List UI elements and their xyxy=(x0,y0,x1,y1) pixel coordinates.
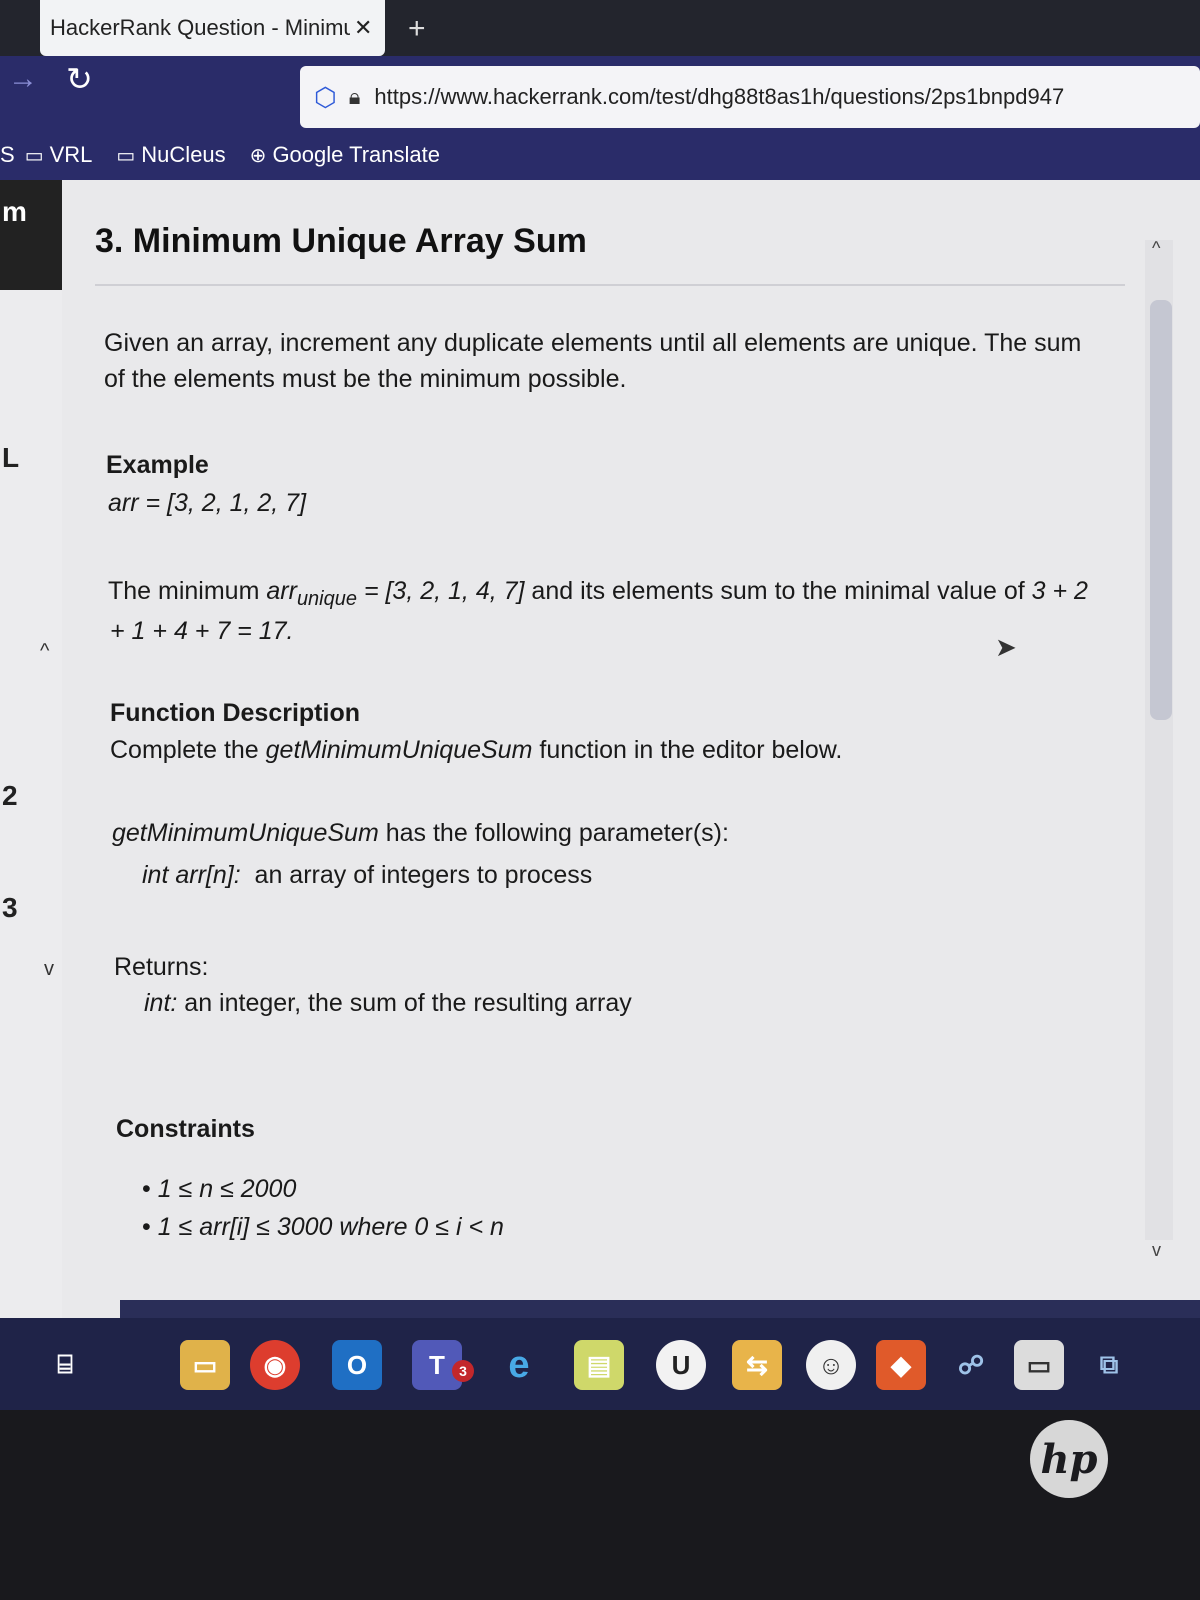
folder-transfer-icon[interactable]: ⇆ xyxy=(732,1340,782,1390)
example-array: arr = [3, 2, 1, 2, 7] xyxy=(108,489,307,517)
chrome-icon[interactable]: ◉ xyxy=(250,1340,300,1390)
bookmark-label: NuCleus xyxy=(141,142,226,167)
function-description-heading: Function Description xyxy=(110,699,360,727)
result-sum-part: 3 + 2 xyxy=(1031,577,1088,605)
globe-icon: ⊕ xyxy=(249,144,267,167)
remote-icon[interactable]: ⧉ xyxy=(1084,1340,1134,1390)
address-bar[interactable]: ⬡ 🔒︎ https://www.hackerrank.com/test/dhg… xyxy=(300,66,1200,128)
returns-line: int: an integer, the sum of the resultin… xyxy=(144,986,632,1021)
function-description: Complete the getMinimumUniqueSum functio… xyxy=(110,733,842,768)
scroll-down-icon[interactable]: v xyxy=(1152,1240,1161,1261)
func-text: Complete the xyxy=(110,736,266,764)
constraints-heading: Constraints xyxy=(116,1115,255,1143)
param-signature: int arr[n]: xyxy=(142,861,241,889)
bookmark-label: Google Translate xyxy=(272,142,440,167)
network-icon[interactable]: ☍ xyxy=(946,1340,996,1390)
forward-arrow-icon[interactable]: → xyxy=(8,62,38,96)
cursor-icon: ➤ xyxy=(995,632,1017,662)
left-sidebar xyxy=(0,180,62,1330)
scrollbar-thumb[interactable] xyxy=(1150,300,1172,720)
intro-line-1: Given an array, increment any duplicate … xyxy=(104,329,1082,357)
outlook-icon[interactable]: O xyxy=(332,1340,382,1390)
chevron-up-icon[interactable]: ^ xyxy=(40,640,49,663)
parameter-line: int arr[n]: an array of integers to proc… xyxy=(142,858,592,893)
intro-line-2: of the elements must be the minimum poss… xyxy=(104,365,627,393)
result-text: and its elements sum to the minimal valu… xyxy=(524,577,1032,605)
example-heading: Example xyxy=(106,451,209,479)
sidebar-mark: L xyxy=(2,442,20,473)
bookmark-vrl[interactable]: ▭ VRL xyxy=(25,142,93,168)
constraint-text: 1 ≤ arr[i] ≤ 3000 where 0 ≤ i < n xyxy=(157,1213,504,1241)
hp-logo: hp xyxy=(1030,1420,1108,1498)
bookmark-label: VRL xyxy=(49,142,93,167)
shield-icon: ⬡ xyxy=(314,81,337,112)
func-text: function in the editor below. xyxy=(532,736,843,764)
returns-type: int: xyxy=(144,989,178,1017)
scroll-up-icon[interactable]: ^ xyxy=(1152,238,1160,259)
task-view-icon[interactable]: ⌸ xyxy=(40,1340,90,1390)
tab-hackerrank[interactable]: HackerRank Question - Minimu ✕ xyxy=(40,0,385,56)
bookmarks-bar: S ▭ VRL ▭ NuCleus ⊕ Google Translate xyxy=(0,130,1200,180)
function-name: getMinimumUniqueSum xyxy=(112,819,379,847)
result-text: The minimum xyxy=(108,577,267,605)
taskbar-panel xyxy=(120,1300,1200,1320)
lock-icon: 🔒︎ xyxy=(348,84,361,109)
result-subscript: unique xyxy=(296,588,357,610)
reload-icon[interactable]: ↻ xyxy=(66,60,93,98)
edge-icon[interactable]: e xyxy=(494,1340,544,1390)
chevron-down-icon[interactable]: v xyxy=(44,958,54,981)
bookmark-nucleus[interactable]: ▭ NuCleus xyxy=(116,142,225,168)
folder-icon: ▭ xyxy=(24,144,44,167)
url-text: https://www.hackerrank.com/test/dhg88t8a… xyxy=(374,84,1065,109)
new-tab-button[interactable]: + xyxy=(408,12,426,46)
notification-badge: 3 xyxy=(452,1360,474,1382)
close-icon[interactable]: ✕ xyxy=(354,15,372,41)
function-name: getMinimumUniqueSum xyxy=(265,736,533,764)
sidebar-mark: 2 xyxy=(2,780,18,811)
returns-description: an integer, the sum of the resulting arr… xyxy=(177,989,632,1017)
param-description: an array of integers to process xyxy=(240,861,593,889)
office-icon[interactable]: ◆ xyxy=(876,1340,926,1390)
bookmark-google-translate[interactable]: ⊕ Google Translate xyxy=(250,142,440,168)
ue-icon[interactable]: U xyxy=(656,1340,706,1390)
hp-logo-text: hp xyxy=(1040,1435,1098,1483)
sidebar-mark: 3 xyxy=(2,892,18,923)
result-line-2: + 1 + 4 + 7 = 17. xyxy=(110,617,294,645)
bookmark-partial: S xyxy=(0,142,15,167)
constraint-text: 1 ≤ n ≤ 2000 xyxy=(157,1175,297,1203)
folder-icon: ▭ xyxy=(116,144,136,167)
laptop-bezel xyxy=(0,1410,1200,1600)
notepad-icon[interactable]: ▤ xyxy=(574,1340,624,1390)
result-line-1: The minimum arrunique = [3, 2, 1, 4, 7] … xyxy=(108,574,1088,613)
constraint-item: • 1 ≤ arr[i] ≤ 3000 where 0 ≤ i < n xyxy=(142,1213,504,1241)
file-explorer-icon[interactable]: ▭ xyxy=(180,1340,230,1390)
divider xyxy=(95,284,1125,286)
result-array: = [3, 2, 1, 4, 7] xyxy=(357,577,525,605)
tab-bar: HackerRank Question - Minimu ✕ + xyxy=(0,0,1200,56)
terminal-icon[interactable]: ▭ xyxy=(1014,1340,1064,1390)
tab-title: HackerRank Question - Minimu xyxy=(50,15,350,40)
question-title: 3. Minimum Unique Array Sum xyxy=(95,222,587,260)
returns-heading: Returns: xyxy=(114,953,209,981)
constraint-item: • 1 ≤ n ≤ 2000 xyxy=(142,1175,297,1203)
result-var: arr xyxy=(266,577,297,605)
parameters-intro: getMinimumUniqueSum has the following pa… xyxy=(112,816,729,851)
sidebar-mark: m xyxy=(2,196,27,227)
params-text: has the following parameter(s): xyxy=(378,819,729,847)
chat-icon[interactable]: ☺ xyxy=(806,1340,856,1390)
